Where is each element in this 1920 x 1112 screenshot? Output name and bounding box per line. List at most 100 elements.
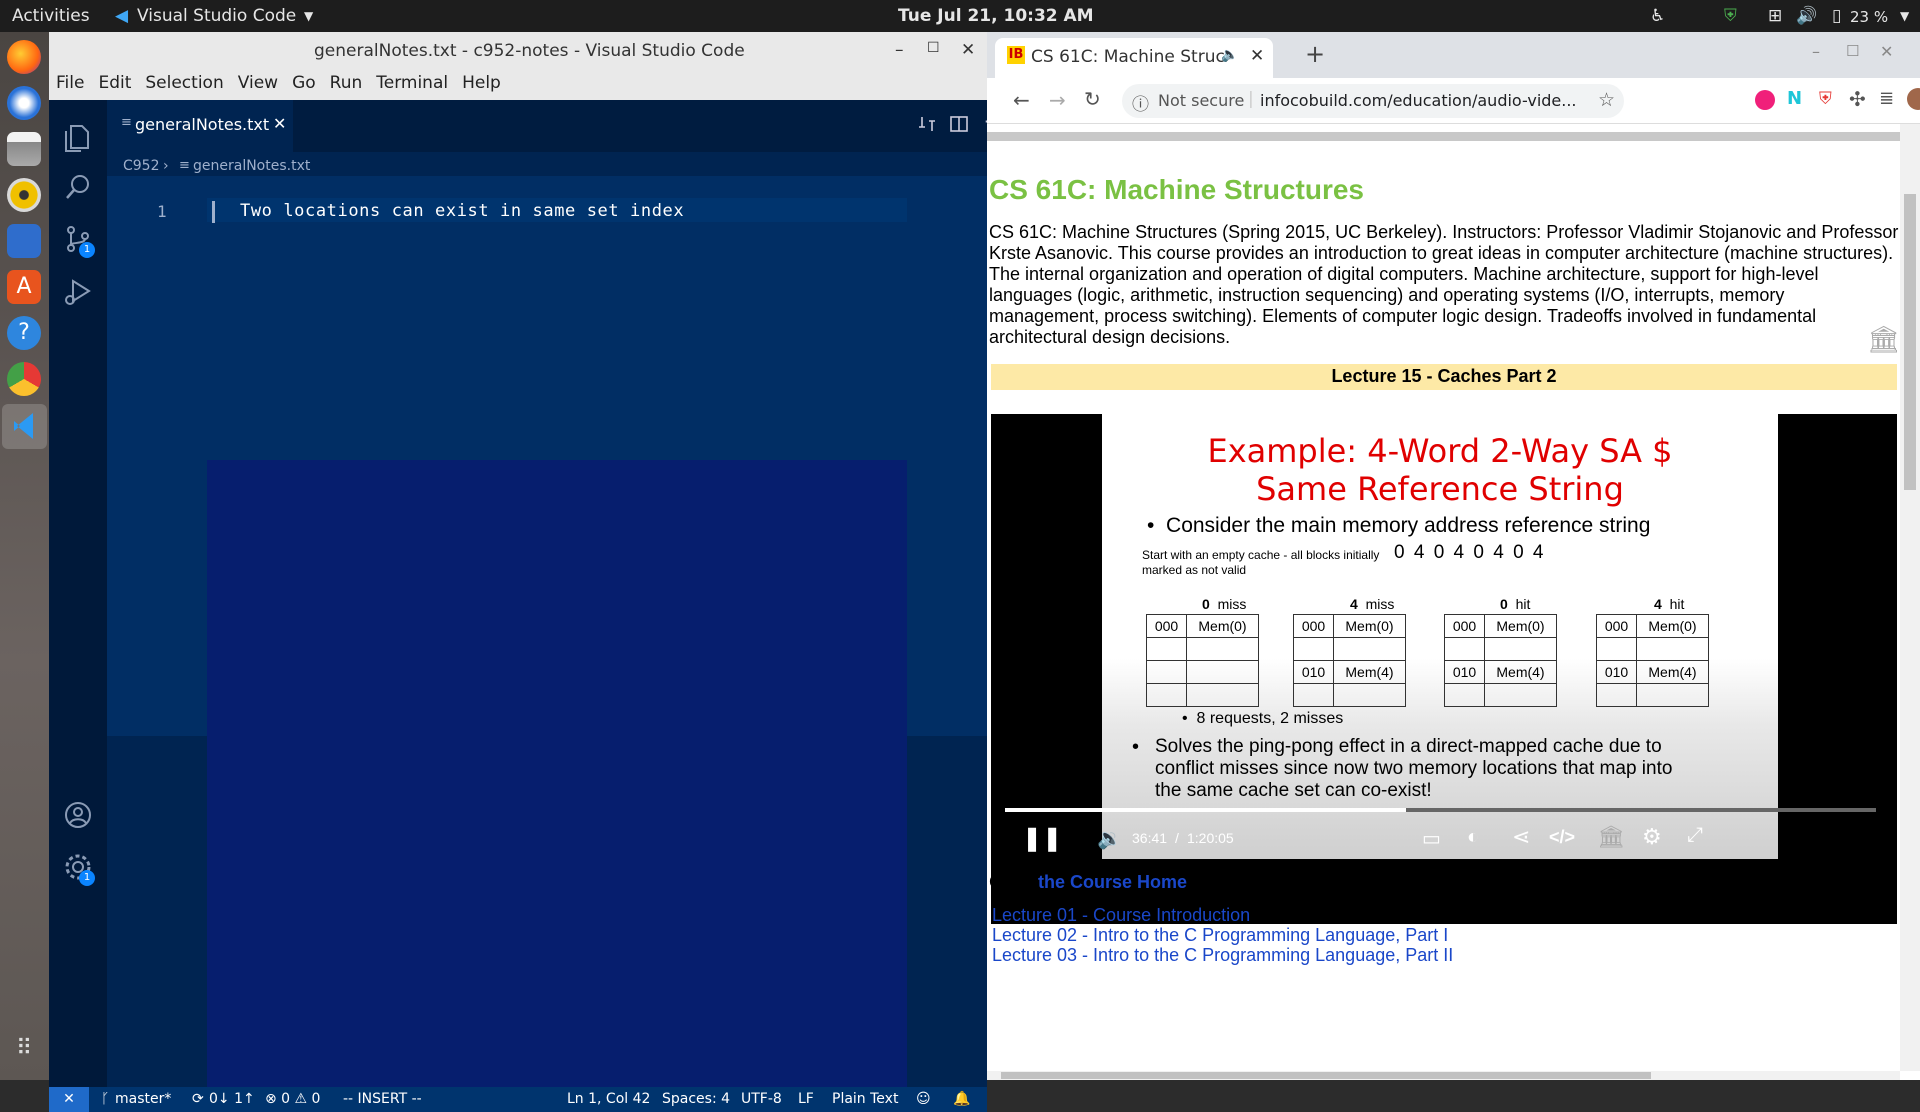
bookmark-star-icon[interactable]: ☆ [1598,89,1615,111]
vim-mode: -- INSERT -- [343,1091,422,1107]
menu-bar: File Edit Selection View Go Run Terminal Help [49,70,987,100]
compare-changes-icon[interactable] [917,114,937,134]
video-progress-fill [1005,808,1406,812]
lecture-link-01[interactable]: Lecture 01 - Course Introduction [992,905,1250,926]
editor-pane[interactable]: C952 › ≡ generalNotes.txt 1 Two location… [107,152,1031,1087]
lecture-link-03[interactable]: Lecture 03 - Intro to the C Programming … [992,945,1453,966]
step-4-addr: 4 [1654,596,1662,612]
slide-bullet-2-marker: • [1132,736,1140,758]
problems-count[interactable]: ⊗ 0 ⚠ 0 [265,1091,320,1107]
volume-icon[interactable]: 🔊 [1796,6,1817,26]
system-menu-chevron-icon[interactable]: ▼ [1900,9,1909,23]
cursor-position[interactable]: Ln 1, Col 42 [567,1091,650,1107]
activities-button[interactable]: Activities [12,6,90,26]
tab-generalnotes[interactable]: ≡ generalNotes.txt ✕ [107,100,293,152]
remote-icon[interactable]: ✕ [49,1087,89,1112]
volume-icon[interactable]: 🔉 [1097,826,1122,851]
menu-selection[interactable]: Selection [138,70,230,96]
tab-close-icon[interactable]: ✕ [273,114,286,133]
account-icon[interactable] [63,800,93,830]
info-icon[interactable]: ⓘ [1132,90,1149,115]
share-icon[interactable]: ⋖ [1512,824,1530,850]
indentation[interactable]: Spaces: 4 [662,1091,730,1107]
horizontal-scroll-thumb[interactable] [1001,1072,1651,1079]
airplay-icon[interactable]: ▭ [1422,826,1441,851]
app-menu-button[interactable]: Visual Studio Code [137,6,296,26]
fullscreen-icon[interactable]: ⤢ [1687,824,1703,847]
step-1-result: miss [1217,596,1247,612]
menu-file[interactable]: File [49,70,91,96]
settings-gear-icon[interactable]: ⚙ [1642,824,1662,850]
new-tab-button[interactable]: + [1305,40,1325,68]
tab-close-icon[interactable]: ✕ [1250,46,1264,66]
browser-tab[interactable]: IB CS 61C: Machine Struc 🔈 ✕ [995,38,1273,78]
vscode-icon[interactable] [2,404,47,449]
minimize-button[interactable]: – [895,40,904,60]
audio-playing-icon[interactable]: 🔈 [1221,47,1238,63]
media-control-icon[interactable]: ≣ [1879,88,1894,109]
maximize-button[interactable]: ☐ [1846,42,1859,60]
menu-go[interactable]: Go [285,70,323,96]
pause-icon[interactable]: ❚❚ [1022,824,1062,853]
extension-shield-icon[interactable]: ⛨ [1819,89,1832,109]
shield-icon[interactable]: ⛨ [1724,6,1737,26]
extension-2-icon[interactable]: N [1787,88,1802,109]
network-icon[interactable]: ⊞ [1768,6,1782,26]
menu-edit[interactable]: Edit [91,70,138,96]
thunderbird-icon[interactable] [7,86,41,120]
feedback-icon[interactable]: ☺ [916,1091,931,1107]
run-debug-icon[interactable] [63,276,93,306]
breadcrumb-folder[interactable]: C952 [123,158,160,174]
close-button[interactable]: ✕ [961,40,975,60]
apps-grid-icon[interactable]: ⠿ [7,1032,41,1066]
close-button[interactable]: ✕ [1880,42,1893,61]
vertical-scrollbar[interactable] [1900,124,1920,1071]
menu-run[interactable]: Run [323,70,370,96]
language-mode[interactable]: Plain Text [832,1091,898,1107]
rhythmbox-icon[interactable] [7,178,41,212]
avatar[interactable] [1907,88,1920,110]
code-line[interactable]: Two locations can exist in same set inde… [240,201,684,221]
files-icon[interactable] [7,132,41,166]
minimize-button[interactable]: – [1812,42,1820,61]
menu-terminal[interactable]: Terminal [369,70,455,96]
breadcrumb-file[interactable]: generalNotes.txt [193,158,310,174]
software-icon[interactable]: A [7,270,41,304]
explorer-icon[interactable] [63,122,93,152]
chrome-icon[interactable] [7,362,41,396]
split-editor-icon[interactable] [949,114,969,134]
clock[interactable]: Tue Jul 21, 10:32 AM [898,6,1094,26]
slide-bullet-2: Solves the ping-pong effect in a direct-… [1155,736,1673,801]
video-progress-track[interactable] [1005,808,1876,812]
help-icon[interactable]: ? [7,316,41,350]
extension-1-icon[interactable] [1755,90,1775,110]
back-icon[interactable]: ← [1013,88,1030,112]
search-icon[interactable] [63,172,93,202]
encoding[interactable]: UTF-8 [741,1091,782,1107]
theater-mode-icon[interactable]: ◐ [1467,826,1479,849]
firefox-icon[interactable] [7,40,41,74]
eol[interactable]: LF [798,1091,814,1107]
reload-icon[interactable]: ↻ [1084,87,1101,111]
omnibox[interactable]: ⓘ Not secure | infocobuild.com/education… [1122,84,1624,118]
sync-status[interactable]: 0↓ 1↑ [209,1091,255,1107]
cache-cell: Mem(4) [1636,660,1709,684]
archive-icon[interactable]: 🏛 [1597,824,1625,850]
course-home-link[interactable]: the Course Home [1038,872,1187,892]
bell-icon[interactable]: 🔔 [953,1091,970,1107]
horizontal-scrollbar[interactable] [987,1071,1900,1080]
vertical-scroll-thumb[interactable] [1904,194,1916,490]
accessibility-icon[interactable]: ♿ [1650,6,1665,26]
menu-view[interactable]: View [231,70,285,96]
branch-name[interactable]: master* [115,1091,171,1107]
embed-icon[interactable]: </> [1549,827,1575,848]
maximize-button[interactable]: ☐ [927,40,940,56]
menu-help[interactable]: Help [455,70,508,96]
extensions-puzzle-icon[interactable]: ✣ [1849,87,1866,111]
battery-icon[interactable]: ▯ [1832,6,1841,26]
lecture-link-02[interactable]: Lecture 02 - Intro to the C Programming … [992,925,1448,946]
forward-icon[interactable]: → [1049,88,1066,112]
goto-prefix: Go to [989,872,1039,892]
url-text[interactable]: infocobuild.com/education/audio-vide... [1260,91,1577,110]
writer-icon[interactable] [7,224,41,258]
